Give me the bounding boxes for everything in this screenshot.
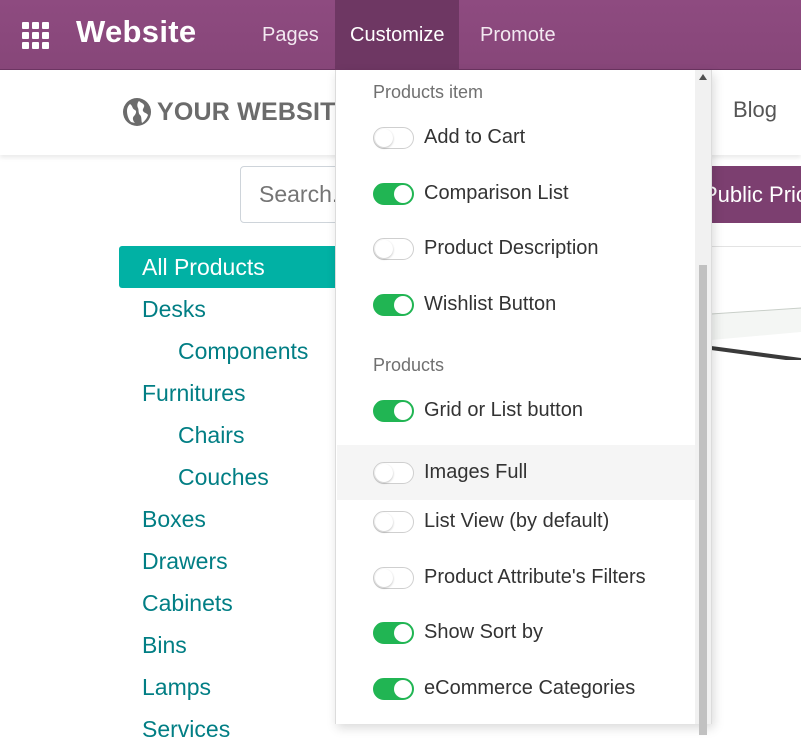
- globe-icon: [123, 98, 151, 126]
- option-label: Add to Cart: [424, 126, 526, 148]
- scrollbar-thumb[interactable]: [699, 265, 707, 735]
- toggle-switch[interactable]: [373, 461, 414, 484]
- toggle-switch[interactable]: [373, 182, 414, 205]
- option-product-attribute-filters[interactable]: Product Attribute's Filters: [337, 550, 695, 605]
- toggle-switch[interactable]: [373, 621, 414, 644]
- option-label: Wishlist Button: [424, 293, 557, 315]
- option-product-description[interactable]: Product Description: [337, 221, 695, 276]
- toggle-switch[interactable]: [373, 399, 414, 422]
- option-list-view-default[interactable]: List View (by default): [337, 494, 695, 549]
- option-add-to-cart[interactable]: Add to Cart: [337, 110, 695, 165]
- option-wishlist-button[interactable]: Wishlist Button: [337, 277, 695, 332]
- option-label: Show Sort by: [424, 621, 543, 643]
- category-couches[interactable]: Couches: [119, 456, 269, 498]
- toggle-switch[interactable]: [373, 510, 414, 533]
- option-grid-or-list-button[interactable]: Grid or List button: [337, 383, 695, 438]
- category-furnitures[interactable]: Furnitures: [119, 372, 246, 414]
- option-ecommerce-categories[interactable]: eCommerce Categories: [337, 661, 695, 716]
- toggle-switch[interactable]: [373, 677, 414, 700]
- divider: [711, 246, 801, 247]
- category-components[interactable]: Components: [119, 330, 308, 372]
- category-lamps[interactable]: Lamps: [119, 666, 211, 708]
- option-images-full[interactable]: Images Full: [337, 445, 695, 500]
- option-label: List View (by default): [424, 510, 610, 532]
- option-label: Comparison List: [424, 182, 569, 204]
- top-navbar: Website Pages Customize Promote: [0, 0, 801, 70]
- option-comparison-list[interactable]: Comparison List: [337, 166, 695, 221]
- nav-item-blog[interactable]: Blog: [733, 97, 777, 123]
- category-all-products[interactable]: All Products: [119, 246, 349, 288]
- logo-text: YOUR WEBSITE: [157, 97, 353, 126]
- customize-dropdown: Products item Add to Cart Comparison Lis…: [335, 70, 712, 724]
- scroll-up-arrow-icon[interactable]: [699, 74, 707, 80]
- toggle-switch[interactable]: [373, 566, 414, 589]
- category-boxes[interactable]: Boxes: [119, 498, 206, 540]
- option-show-sort-by[interactable]: Show Sort by: [337, 605, 695, 660]
- website-logo[interactable]: YOUR WEBSITE: [122, 92, 352, 132]
- category-drawers[interactable]: Drawers: [119, 540, 228, 582]
- category-desks[interactable]: Desks: [119, 288, 206, 330]
- category-chairs[interactable]: Chairs: [119, 414, 244, 456]
- option-label: Product Attribute's Filters: [424, 566, 646, 588]
- option-label: Images Full: [424, 461, 528, 483]
- option-label: Product Description: [424, 237, 599, 259]
- apps-menu-icon[interactable]: [22, 22, 52, 49]
- section-title-products-item: Products item: [373, 82, 484, 102]
- toggle-switch[interactable]: [373, 293, 414, 316]
- option-label: eCommerce Categories: [424, 677, 636, 699]
- option-label: Grid or List button: [424, 399, 583, 421]
- toggle-switch[interactable]: [373, 126, 414, 149]
- section-title-products: Products: [373, 355, 445, 375]
- menu-promote[interactable]: Promote: [465, 0, 571, 70]
- category-cabinets[interactable]: Cabinets: [119, 582, 233, 624]
- app-title[interactable]: Website: [76, 14, 196, 50]
- category-services[interactable]: Services: [119, 708, 230, 750]
- menu-customize[interactable]: Customize: [335, 0, 460, 70]
- category-bins[interactable]: Bins: [119, 624, 187, 666]
- dropdown-scrollbar[interactable]: [695, 70, 711, 735]
- menu-pages[interactable]: Pages: [247, 0, 334, 70]
- product-image[interactable]: [711, 300, 801, 360]
- toggle-switch[interactable]: [373, 237, 414, 260]
